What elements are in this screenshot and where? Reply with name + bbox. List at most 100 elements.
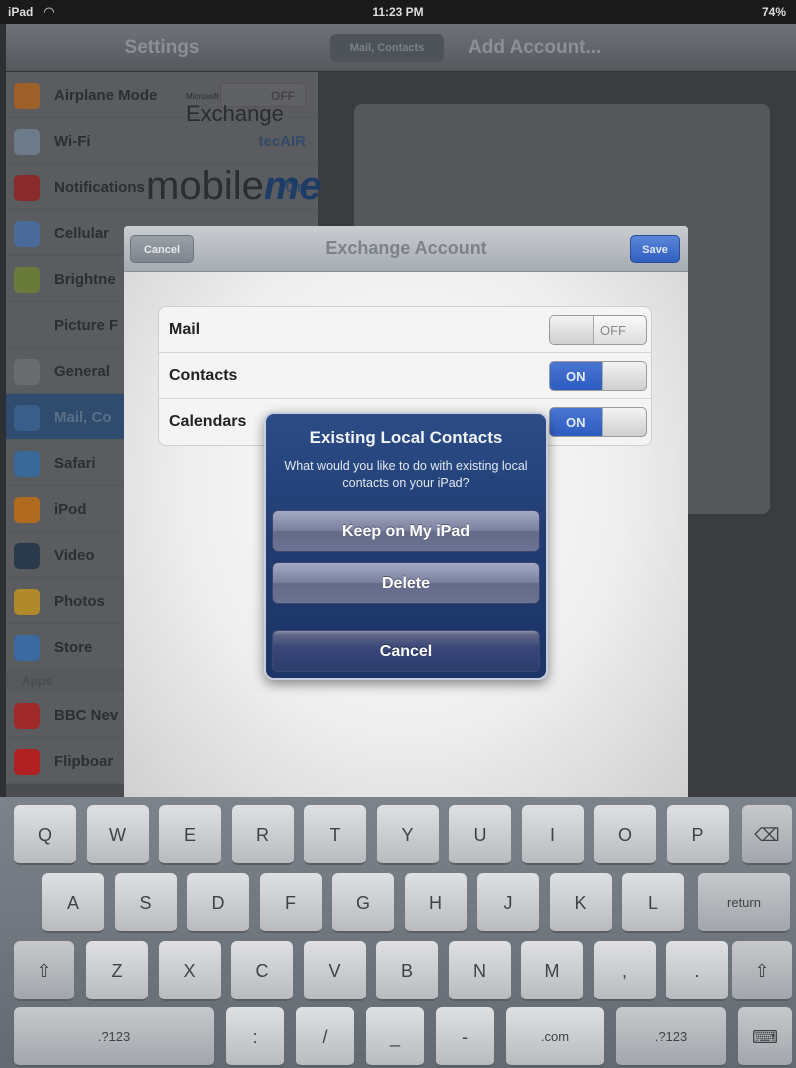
key-c[interactable]: C xyxy=(231,941,293,1001)
key-m[interactable]: M xyxy=(521,941,583,1001)
calendars-toggle[interactable]: ON xyxy=(549,407,647,437)
key-j[interactable]: J xyxy=(477,873,539,933)
key-s[interactable]: S xyxy=(114,873,177,933)
settings-item-label: Airplane Mode xyxy=(54,87,158,104)
exchange-logo-text: Exchange xyxy=(186,101,284,126)
back-button[interactable]: Mail, Contacts xyxy=(330,34,444,62)
key-l[interactable]: L xyxy=(622,873,684,933)
key-q[interactable]: Q xyxy=(14,805,76,865)
keep-on-ipad-button[interactable]: Keep on My iPad xyxy=(272,510,540,552)
key-t[interactable]: T xyxy=(304,805,366,865)
settings-item-label: iPod xyxy=(54,501,87,518)
toggle-knob xyxy=(602,408,646,436)
settings-item-label: Wi-Fi xyxy=(54,133,91,150)
key-slash[interactable]: / xyxy=(296,1007,354,1067)
settings-item-label: Brightne xyxy=(54,271,116,288)
sync-row-label: Calendars xyxy=(169,413,247,430)
delete-button[interactable]: Delete xyxy=(272,562,540,604)
settings-item-label: Notifications xyxy=(54,179,145,196)
app-icon xyxy=(14,749,40,775)
settings-item-icon xyxy=(14,497,40,523)
key-dotcom[interactable]: .com xyxy=(506,1007,604,1067)
status-bar: iPad ◠ 11:23 PM 74% xyxy=(0,0,796,24)
settings-item-value: tecAIR xyxy=(258,133,306,150)
settings-item-icon xyxy=(14,359,40,385)
sync-row-mail: Mail OFF xyxy=(159,307,651,353)
key-r[interactable]: R xyxy=(231,805,294,865)
key-o[interactable]: O xyxy=(594,805,656,865)
toggle-state: OFF xyxy=(600,323,626,338)
numbers-key-right[interactable]: .?123 xyxy=(616,1007,726,1067)
key-x[interactable]: X xyxy=(158,941,221,1001)
exchange-logo-small: Microsoft xyxy=(186,92,219,101)
key-d[interactable]: D xyxy=(187,873,249,933)
return-key[interactable]: return xyxy=(698,873,790,933)
shift-key-left[interactable]: ⇧ xyxy=(14,941,74,1001)
keyboard: Q W E R T Y U I O P ⌫ A S D F G H J K Lreturn ⇧ Z X C V B N M,. ⇧ .?1… xyxy=(0,797,796,1068)
key-u[interactable]: U xyxy=(449,805,511,865)
settings-item-icon xyxy=(14,175,40,201)
alert-cancel-button[interactable]: Cancel xyxy=(272,630,540,672)
clock: 11:23 PM xyxy=(372,5,424,19)
settings-item-icon xyxy=(14,267,40,293)
settings-item-icon xyxy=(14,405,40,431)
alert-title: Existing Local Contacts xyxy=(309,428,503,447)
key-a[interactable]: A xyxy=(42,873,104,933)
key-n[interactable]: N xyxy=(448,941,511,1001)
add-account-title: Add Account... xyxy=(468,37,602,58)
settings-item-label: Store xyxy=(54,639,93,656)
key-w[interactable]: W xyxy=(86,805,149,865)
key-b[interactable]: B xyxy=(376,941,438,1001)
toggle-state: ON xyxy=(566,415,586,430)
key-period[interactable]: . xyxy=(666,941,728,1001)
sheet-nav-bar: Cancel Exchange Account Save xyxy=(124,226,688,272)
sheet-title: Exchange Account xyxy=(325,238,487,258)
settings-item-icon xyxy=(14,589,40,615)
app-icon xyxy=(14,703,40,729)
backspace-key[interactable]: ⌫ xyxy=(742,805,792,865)
settings-item-label: Video xyxy=(54,547,95,564)
mobileme-suffix: me xyxy=(263,164,322,208)
settings-item-label: Mail, Co xyxy=(54,409,112,426)
settings-item-icon xyxy=(14,543,40,569)
settings-item-label: General xyxy=(54,363,110,380)
settings-item-icon xyxy=(14,451,40,477)
exchange-logo[interactable]: Microsoft Exchange xyxy=(186,92,284,127)
shift-key-right[interactable]: ⇧ xyxy=(732,941,792,1001)
key-f[interactable]: F xyxy=(259,873,322,933)
key-dash[interactable]: - xyxy=(436,1007,494,1067)
key-z[interactable]: Z xyxy=(86,941,148,1001)
settings-item-label: Photos xyxy=(54,593,105,610)
settings-item-icon xyxy=(14,83,40,109)
key-y[interactable]: Y xyxy=(376,805,439,865)
settings-title: Settings xyxy=(6,24,318,72)
sheet-save-button[interactable]: Save xyxy=(630,235,680,263)
settings-item-icon xyxy=(14,313,40,339)
sync-row-label: Mail xyxy=(169,321,201,338)
numbers-key-left[interactable]: .?123 xyxy=(14,1007,214,1067)
key-p[interactable]: P xyxy=(666,805,729,865)
contacts-toggle[interactable]: ON xyxy=(549,361,647,391)
hide-keyboard-key[interactable]: ⌨ xyxy=(738,1007,792,1067)
mobileme-prefix: mobile xyxy=(146,164,264,208)
key-g[interactable]: G xyxy=(332,873,394,933)
add-account-nav: Mail, Contacts Add Account... xyxy=(318,24,796,72)
settings-item-label: BBC Nev xyxy=(54,707,119,724)
toggle-state: ON xyxy=(566,369,586,384)
key-colon[interactable]: : xyxy=(226,1007,284,1067)
settings-item-icon xyxy=(14,221,40,247)
settings-item-label: Safari xyxy=(54,455,96,472)
settings-item-label: Picture F xyxy=(54,317,119,334)
key-comma[interactable]: , xyxy=(593,941,656,1001)
key-underscore[interactable]: _ xyxy=(366,1007,424,1067)
mail-toggle[interactable]: OFF xyxy=(549,315,647,345)
mobileme-logo[interactable]: mobileme xyxy=(146,164,322,209)
key-i[interactable]: I xyxy=(521,805,584,865)
key-k[interactable]: K xyxy=(549,873,612,933)
key-v[interactable]: V xyxy=(303,941,366,1001)
existing-contacts-alert: Existing Local Contacts What would you l… xyxy=(264,412,548,680)
key-e[interactable]: E xyxy=(159,805,221,865)
settings-item-icon xyxy=(14,635,40,661)
key-h[interactable]: H xyxy=(404,873,467,933)
settings-item-label: Flipboar xyxy=(54,753,114,770)
